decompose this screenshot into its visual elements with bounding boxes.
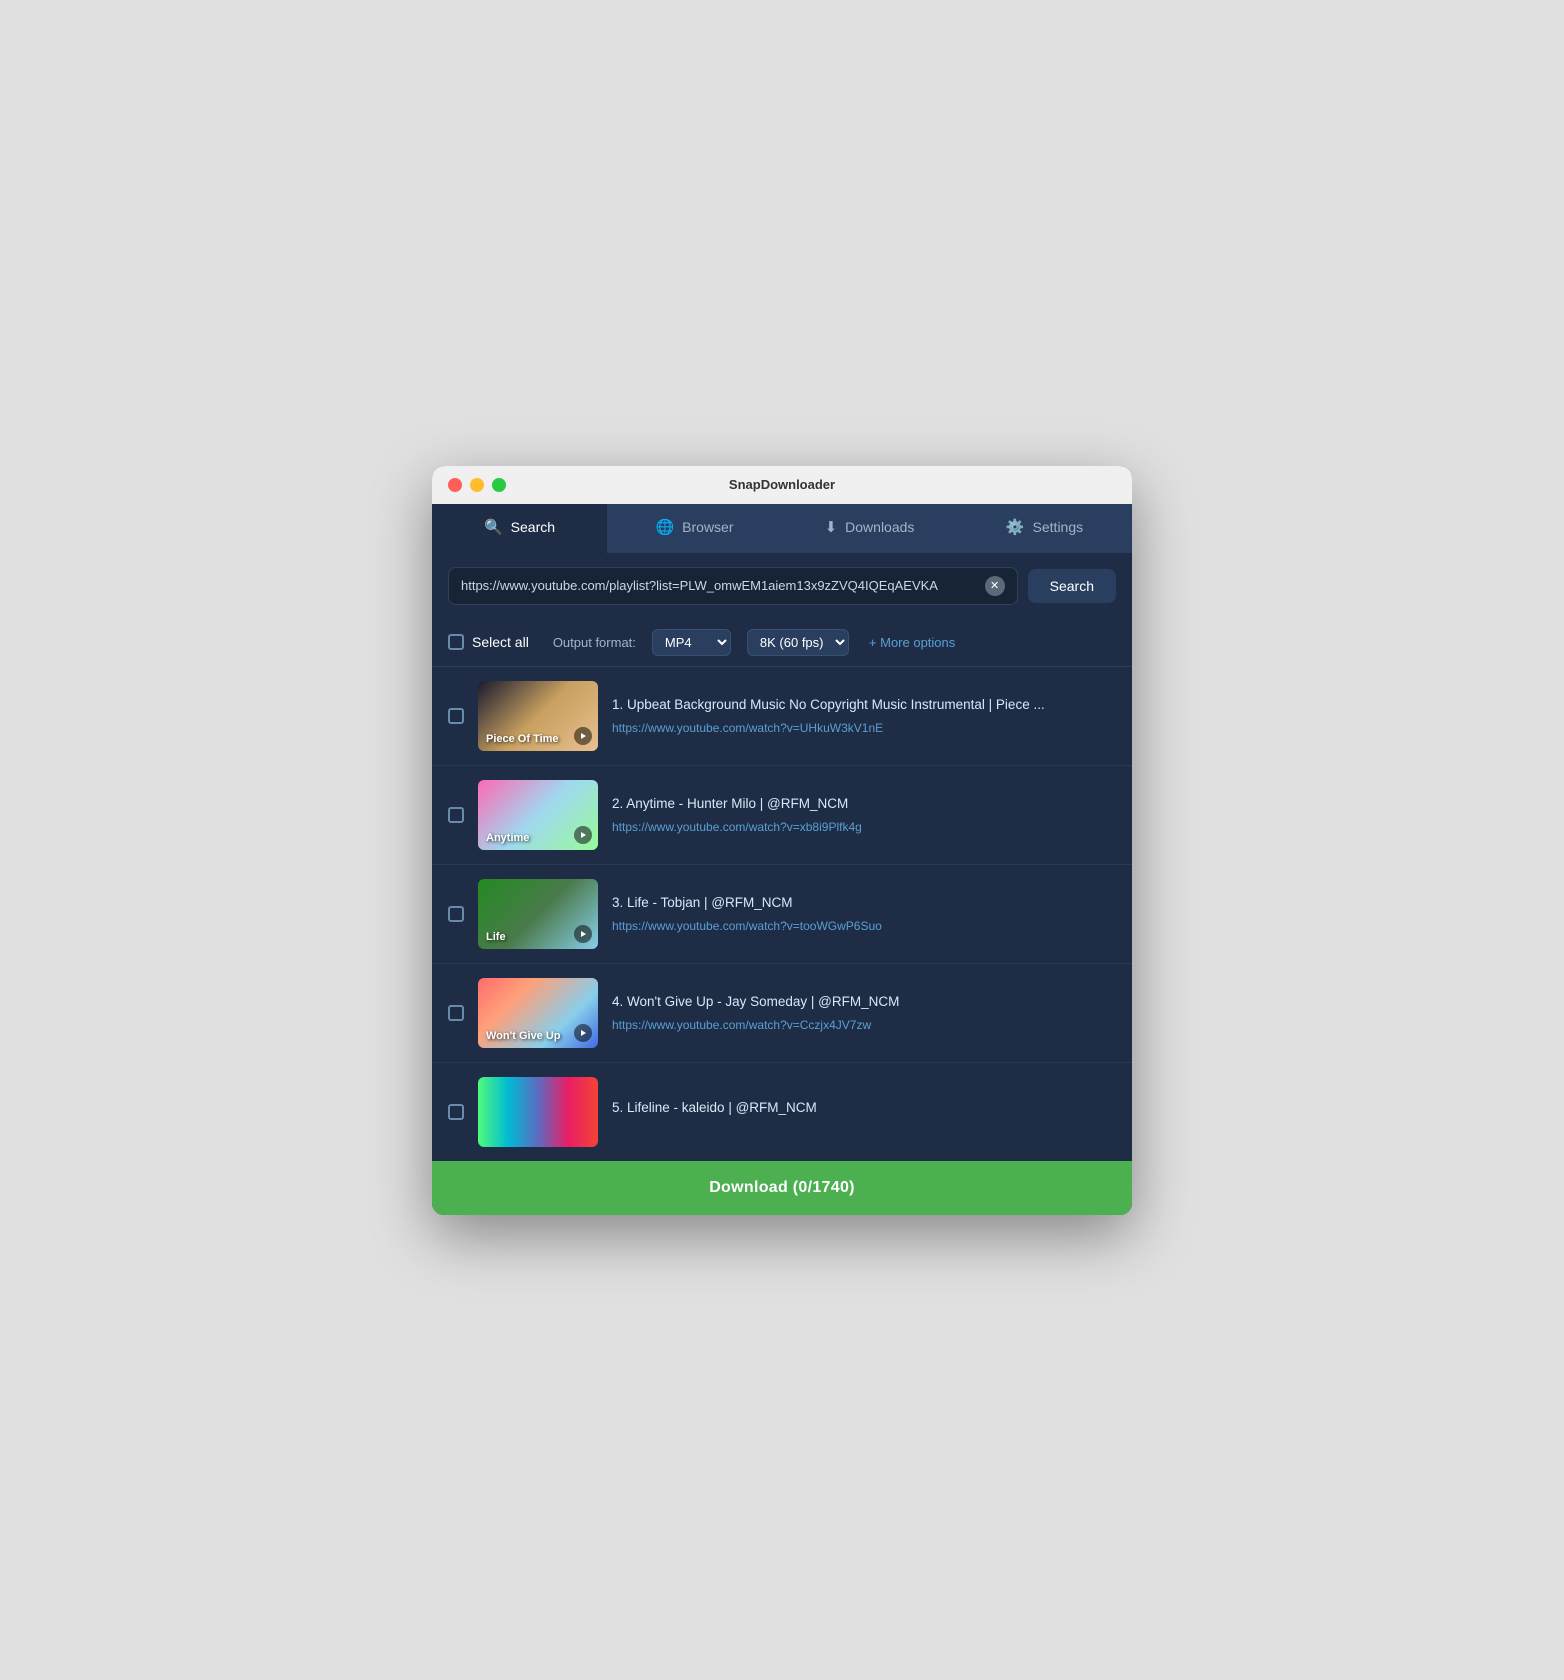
url-clear-button[interactable]: ✕ xyxy=(985,576,1005,596)
url-bar: ✕ Search xyxy=(432,553,1132,619)
tab-settings[interactable]: ⚙️ Settings xyxy=(957,504,1132,553)
video-checkbox-1[interactable] xyxy=(448,708,464,724)
video-checkbox-3[interactable] xyxy=(448,906,464,922)
video-checkbox-2[interactable] xyxy=(448,807,464,823)
thumbnail-badge-2 xyxy=(574,826,592,844)
tab-browser[interactable]: 🌐 Browser xyxy=(607,504,782,553)
browser-tab-icon: 🌐 xyxy=(655,518,674,536)
video-title-4: 4. Won't Give Up - Jay Someday | @RFM_NC… xyxy=(612,993,1116,1012)
video-url-4[interactable]: https://www.youtube.com/watch?v=Cczjx4JV… xyxy=(612,1018,1116,1032)
tab-browser-label: Browser xyxy=(682,519,733,535)
video-info-3: 3. Life - Tobjan | @RFM_NCM https://www.… xyxy=(612,894,1116,933)
video-title-2: 2. Anytime - Hunter Milo | @RFM_NCM xyxy=(612,795,1116,814)
thumbnail-1: Piece Of Time xyxy=(478,681,598,751)
list-item: Piece Of Time 1. Upbeat Background Music… xyxy=(432,667,1132,766)
video-url-3[interactable]: https://www.youtube.com/watch?v=tooWGwP6… xyxy=(612,919,1116,933)
quality-select[interactable]: 8K (60 fps) 4K (60 fps) 1080p 720p 480p xyxy=(747,629,849,656)
window-title: SnapDownloader xyxy=(729,477,835,492)
downloads-tab-icon: ⬇ xyxy=(825,518,838,536)
list-item: Life 3. Life - Tobjan | @RFM_NCM https:/… xyxy=(432,865,1132,964)
select-all-label: Select all xyxy=(472,634,529,650)
thumbnail-badge-3 xyxy=(574,925,592,943)
download-button[interactable]: Download (0/1740) xyxy=(432,1161,1132,1215)
nav-tabs: 🔍 Search 🌐 Browser ⬇ Downloads ⚙️ Settin… xyxy=(432,504,1132,553)
traffic-lights xyxy=(448,478,506,492)
tab-search[interactable]: 🔍 Search xyxy=(432,504,607,553)
thumbnail-label-3: Life xyxy=(486,931,506,943)
app-window: SnapDownloader 🔍 Search 🌐 Browser ⬇ Down… xyxy=(432,466,1132,1215)
settings-tab-icon: ⚙️ xyxy=(1006,518,1025,536)
tab-settings-label: Settings xyxy=(1033,519,1084,535)
maximize-button[interactable] xyxy=(492,478,506,492)
thumbnail-label-2: Anytime xyxy=(486,832,529,844)
url-input[interactable] xyxy=(461,578,985,593)
tab-downloads-label: Downloads xyxy=(845,519,914,535)
video-info-2: 2. Anytime - Hunter Milo | @RFM_NCM http… xyxy=(612,795,1116,834)
thumbnail-4: Won't Give Up xyxy=(478,978,598,1048)
video-title-5: 5. Lifeline - kaleido | @RFM_NCM xyxy=(612,1099,1116,1118)
video-checkbox-5[interactable] xyxy=(448,1104,464,1120)
video-list: Piece Of Time 1. Upbeat Background Music… xyxy=(432,667,1132,1161)
list-item: 5. Lifeline - kaleido | @RFM_NCM xyxy=(432,1063,1132,1161)
thumbnail-2: Anytime xyxy=(478,780,598,850)
tab-downloads[interactable]: ⬇ Downloads xyxy=(782,504,957,553)
minimize-button[interactable] xyxy=(470,478,484,492)
video-url-1[interactable]: https://www.youtube.com/watch?v=UHkuW3kV… xyxy=(612,721,1116,735)
url-input-wrapper: ✕ xyxy=(448,567,1018,605)
more-options-button[interactable]: + More options xyxy=(869,635,955,650)
thumbnail-badge-4 xyxy=(574,1024,592,1042)
titlebar: SnapDownloader xyxy=(432,466,1132,504)
select-all-wrapper[interactable]: Select all xyxy=(448,634,529,650)
video-title-3: 3. Life - Tobjan | @RFM_NCM xyxy=(612,894,1116,913)
thumbnail-label-4: Won't Give Up xyxy=(486,1030,561,1042)
output-format-label: Output format: xyxy=(553,635,636,650)
tab-search-label: Search xyxy=(511,519,555,535)
close-button[interactable] xyxy=(448,478,462,492)
thumbnail-label-1: Piece Of Time xyxy=(486,733,559,745)
select-all-checkbox[interactable] xyxy=(448,634,464,650)
search-tab-icon: 🔍 xyxy=(484,518,503,536)
video-info-5: 5. Lifeline - kaleido | @RFM_NCM xyxy=(612,1099,1116,1124)
list-item: Won't Give Up 4. Won't Give Up - Jay Som… xyxy=(432,964,1132,1063)
video-info-4: 4. Won't Give Up - Jay Someday | @RFM_NC… xyxy=(612,993,1116,1032)
thumbnail-badge-1 xyxy=(574,727,592,745)
format-select[interactable]: MP4 MP3 WEBM MKV xyxy=(652,629,731,656)
video-info-1: 1. Upbeat Background Music No Copyright … xyxy=(612,696,1116,735)
video-checkbox-4[interactable] xyxy=(448,1005,464,1021)
thumbnail-5 xyxy=(478,1077,598,1147)
video-url-2[interactable]: https://www.youtube.com/watch?v=xb8i9Plf… xyxy=(612,820,1116,834)
thumbnail-3: Life xyxy=(478,879,598,949)
toolbar: Select all Output format: MP4 MP3 WEBM M… xyxy=(432,619,1132,667)
video-title-1: 1. Upbeat Background Music No Copyright … xyxy=(612,696,1116,715)
list-item: Anytime 2. Anytime - Hunter Milo | @RFM_… xyxy=(432,766,1132,865)
search-button[interactable]: Search xyxy=(1028,569,1116,603)
